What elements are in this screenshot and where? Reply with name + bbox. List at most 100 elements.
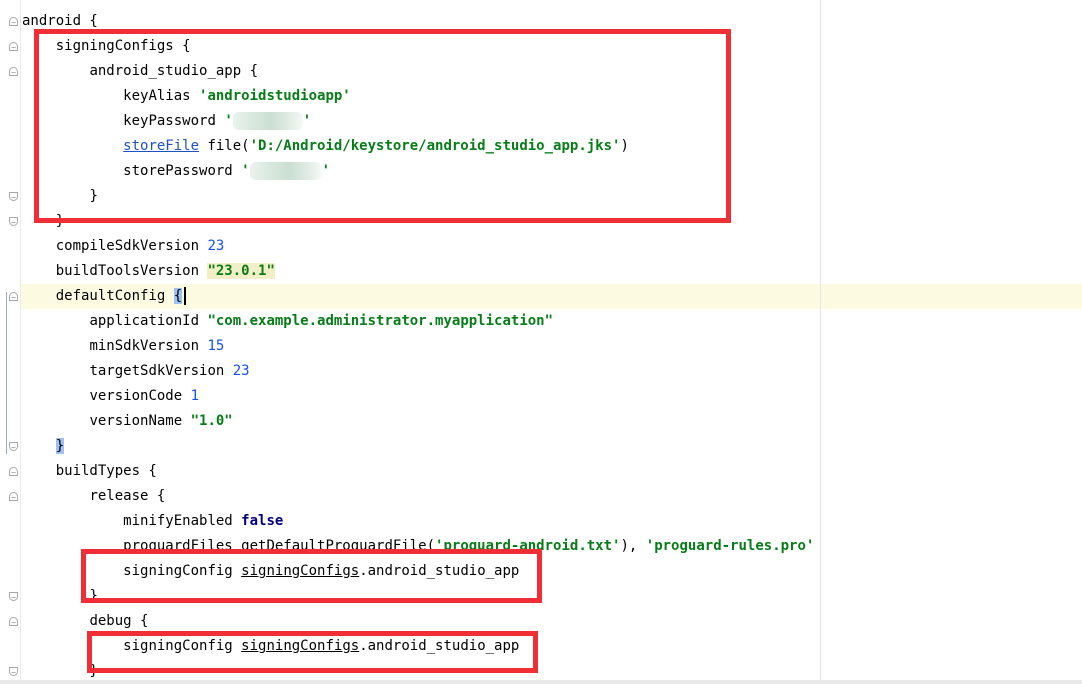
code-line[interactable]: storePassword ' '	[22, 159, 814, 184]
code-token: targetSdkVersion	[89, 363, 233, 379]
fold-collapse-icon[interactable]: −	[9, 67, 18, 77]
fold-collapse-icon[interactable]: −	[9, 617, 18, 627]
horizontal-scrollbar-track[interactable]	[0, 680, 1082, 684]
code-line[interactable]: signingConfig signingConfigs.android_stu…	[22, 634, 814, 659]
code-line[interactable]: android_studio_app {	[22, 59, 814, 84]
code-line[interactable]: versionName "1.0"	[22, 409, 814, 434]
code-line[interactable]: compileSdkVersion 23	[22, 234, 814, 259]
fold-end-icon[interactable]: −	[9, 592, 18, 602]
code-token: proguardFiles getDefaultProguardFile(	[123, 538, 436, 554]
code-area[interactable]: android { signingConfigs { android_studi…	[22, 9, 814, 684]
code-line[interactable]: release {	[22, 484, 814, 509]
code-line[interactable]: }	[22, 434, 814, 459]
fold-collapse-icon[interactable]: −	[9, 42, 18, 52]
code-token: 23	[232, 363, 250, 379]
code-token: versionCode	[89, 388, 191, 404]
code-token: '	[321, 163, 331, 179]
code-line[interactable]: keyAlias 'androidstudioapp'	[22, 84, 814, 109]
code-token: file(	[199, 138, 250, 154]
code-line[interactable]: minSdkVersion 15	[22, 334, 814, 359]
code-token: 23	[207, 238, 225, 254]
code-line[interactable]: }	[22, 184, 814, 209]
code-token: .android_studio_app	[359, 638, 520, 654]
code-token: buildTypes {	[55, 463, 157, 479]
code-line[interactable]: android {	[22, 9, 814, 34]
code-token: '	[302, 113, 312, 129]
redacted-value	[232, 112, 303, 130]
text-caret	[184, 287, 187, 305]
code-token: .android_studio_app	[359, 563, 520, 579]
code-token: signingConfigs {	[55, 38, 191, 54]
code-line[interactable]: debug {	[22, 609, 814, 634]
code-line[interactable]: storeFile file('D:/Android/keystore/andr…	[22, 134, 814, 159]
code-token: signingConfig	[123, 563, 242, 579]
code-token: signingConfigs	[241, 638, 360, 654]
gutter-divider	[20, 0, 21, 684]
code-token: ),	[620, 538, 646, 554]
code-token: 'androidstudioapp'	[199, 88, 351, 104]
code-line[interactable]: versionCode 1	[22, 384, 814, 409]
redacted-value	[249, 162, 322, 180]
code-line[interactable]: buildToolsVersion "23.0.1"	[22, 259, 814, 284]
code-line[interactable]: signingConfigs {	[22, 34, 814, 59]
scope-indicator	[6, 292, 7, 454]
code-line[interactable]: }	[22, 209, 814, 234]
code-line[interactable]: applicationId "com.example.administrator…	[22, 309, 814, 334]
right-margin-guide	[820, 0, 821, 684]
code-token: minSdkVersion	[89, 338, 208, 354]
fold-collapse-icon[interactable]: −	[9, 292, 18, 302]
code-token: applicationId	[89, 313, 208, 329]
code-token: }	[55, 438, 65, 454]
code-token[interactable]: storeFile	[123, 138, 199, 154]
fold-collapse-icon[interactable]: −	[9, 17, 18, 27]
code-token: '	[241, 163, 250, 179]
code-token: debug {	[89, 613, 149, 629]
code-line[interactable]: buildTypes {	[22, 459, 814, 484]
fold-end-icon[interactable]: −	[9, 442, 18, 452]
fold-end-icon[interactable]: −	[9, 192, 18, 202]
code-line[interactable]: }	[22, 584, 814, 609]
code-token: "1.0"	[190, 413, 233, 429]
code-token: }	[89, 588, 98, 604]
code-token: 1	[190, 388, 200, 404]
fold-collapse-icon[interactable]: −	[9, 467, 18, 477]
code-line[interactable]: targetSdkVersion 23	[22, 359, 814, 384]
code-token: }	[89, 663, 98, 679]
code-token: compileSdkVersion	[55, 238, 208, 254]
code-line[interactable]: proguardFiles getDefaultProguardFile('pr…	[22, 534, 814, 559]
fold-collapse-icon[interactable]: −	[9, 492, 18, 502]
code-token: signingConfigs	[241, 563, 360, 579]
code-token: android {	[22, 13, 98, 29]
fold-end-icon[interactable]: −	[9, 667, 18, 677]
code-line[interactable]: minifyEnabled false	[22, 509, 814, 534]
code-token: }	[55, 213, 65, 229]
code-line[interactable]: keyPassword ' '	[22, 109, 814, 134]
fold-end-icon[interactable]: −	[9, 217, 18, 227]
code-token: 15	[207, 338, 225, 354]
code-token: android_studio_app {	[89, 63, 259, 79]
code-token: release {	[89, 488, 166, 504]
code-line[interactable]: signingConfig signingConfigs.android_stu…	[22, 559, 814, 584]
code-token: storePassword	[123, 163, 242, 179]
code-line[interactable]: defaultConfig {	[22, 284, 814, 309]
code-token: }	[89, 188, 98, 204]
code-token: false	[241, 513, 284, 529]
code-token: versionName	[89, 413, 191, 429]
